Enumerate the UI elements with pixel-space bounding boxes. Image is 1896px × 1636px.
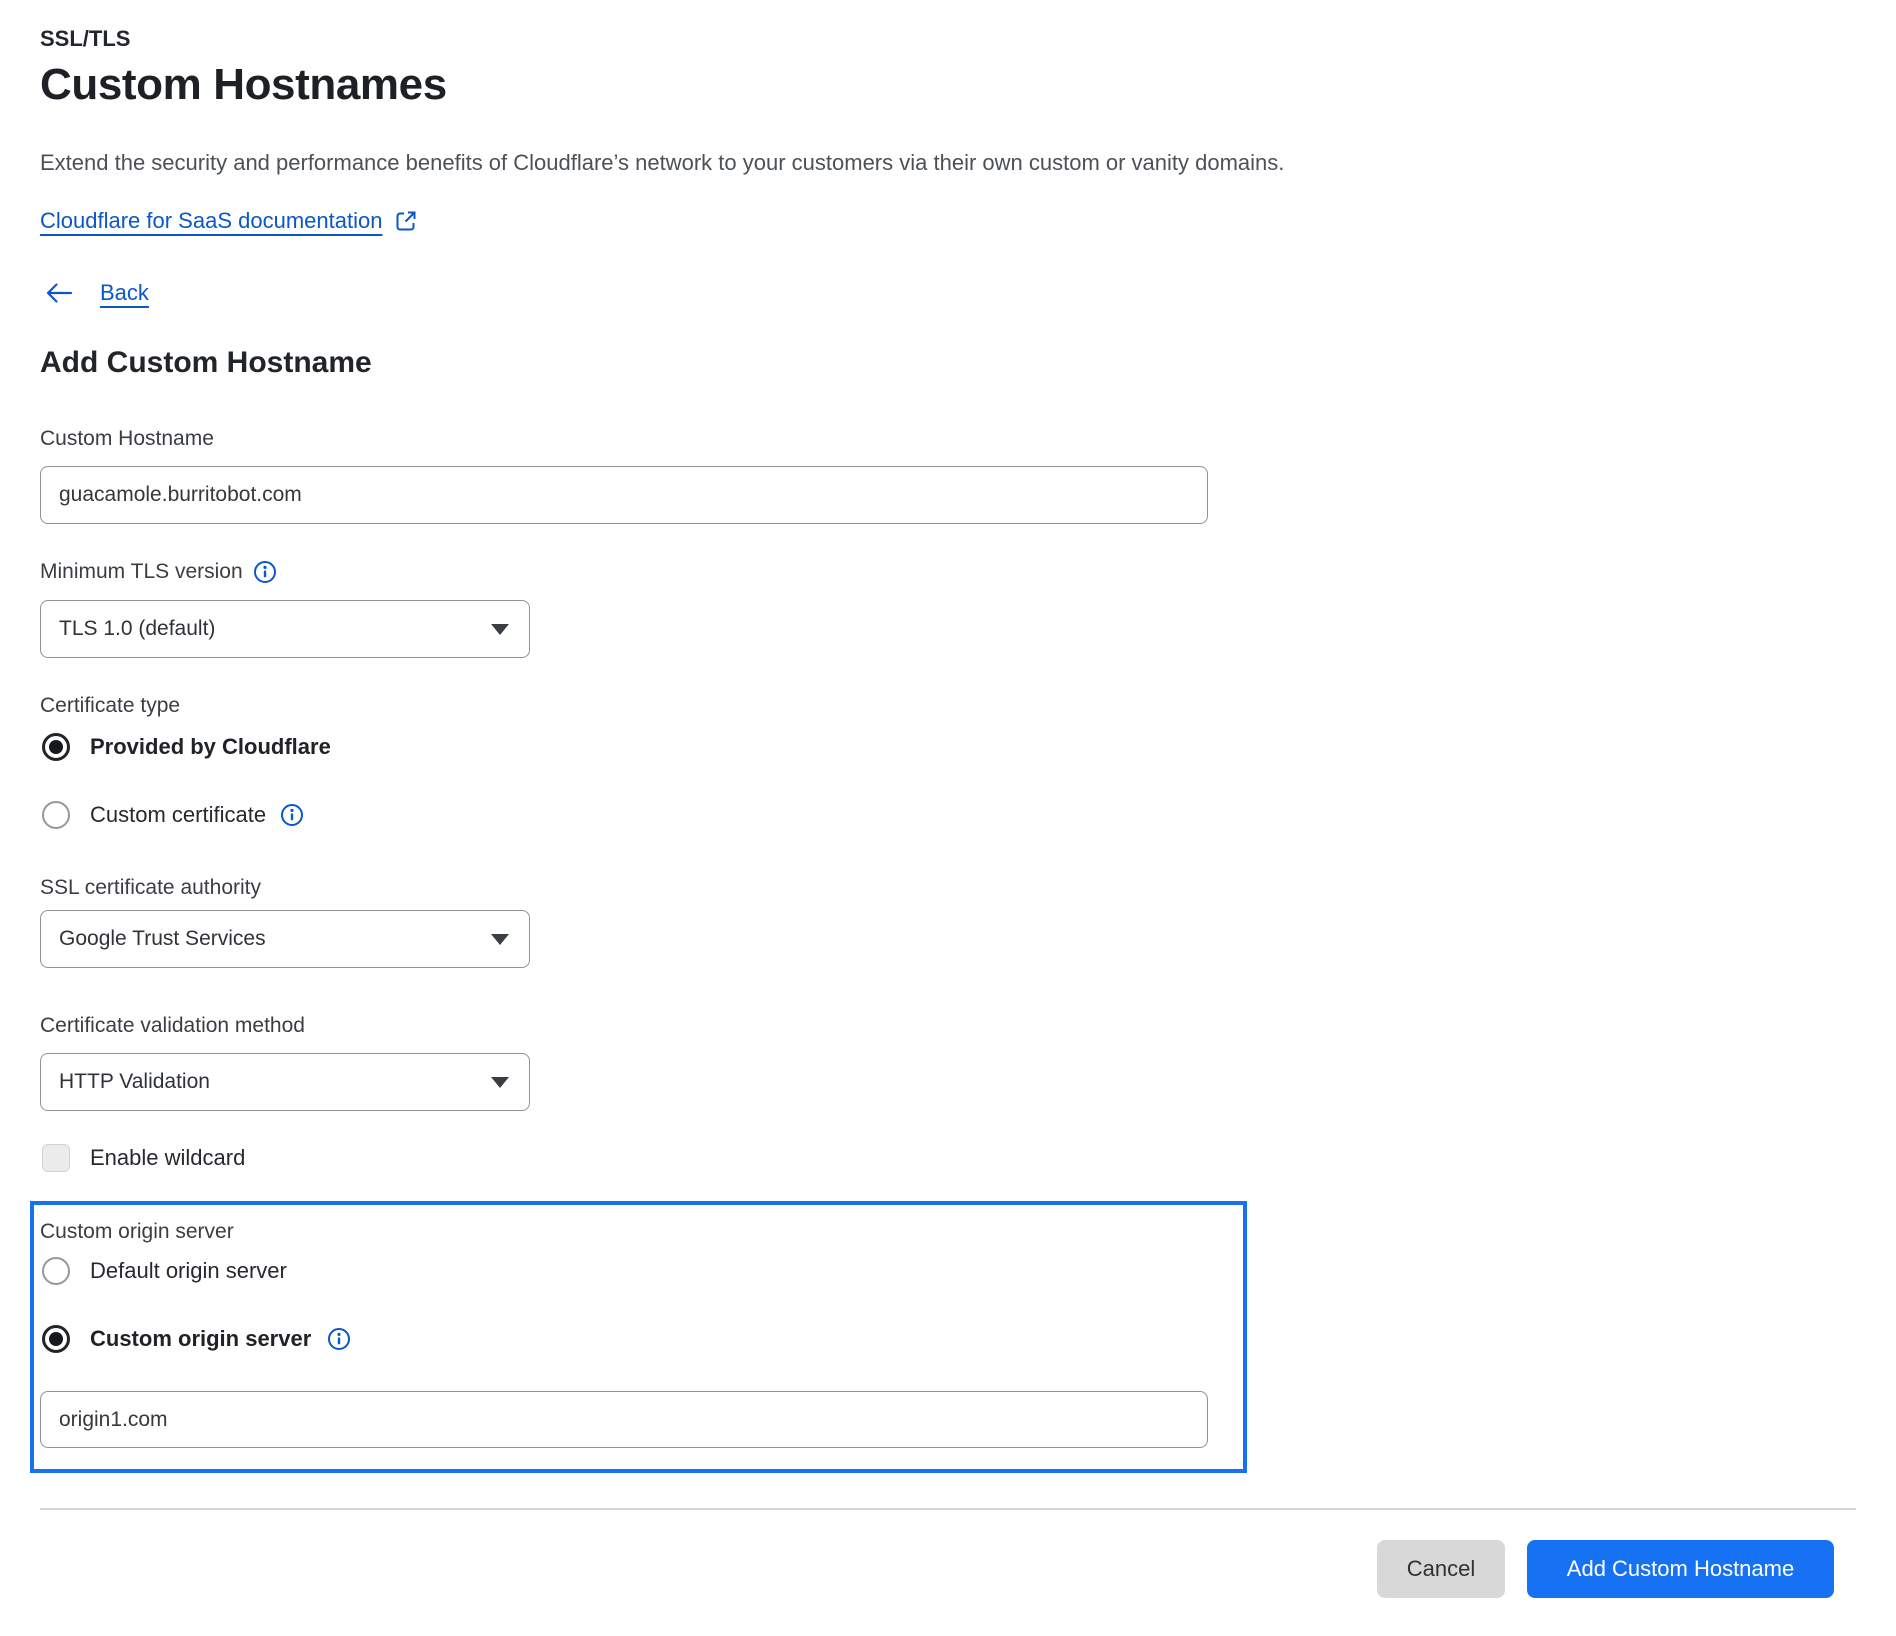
cancel-button[interactable]: Cancel (1377, 1540, 1505, 1598)
certificate-validation-method-selected-value: HTTP Validation (59, 1070, 210, 1094)
info-icon[interactable] (327, 1327, 351, 1351)
custom-origin-server-input[interactable] (40, 1391, 1208, 1448)
enable-wildcard-checkbox[interactable] (42, 1144, 70, 1172)
breadcrumb-section: SSL/TLS (40, 26, 130, 52)
custom-origin-server-highlight-box: Custom origin server Default origin serv… (30, 1201, 1247, 1473)
chevron-down-icon (491, 1077, 509, 1088)
minimum-tls-label-row: Minimum TLS version (40, 560, 277, 584)
radio-custom-certificate-label: Custom certificate (90, 802, 266, 828)
enable-wildcard-label: Enable wildcard (90, 1145, 245, 1171)
chevron-down-icon (491, 934, 509, 945)
back-link[interactable]: Back (100, 280, 149, 306)
radio-provided-by-cloudflare[interactable]: Provided by Cloudflare (42, 733, 331, 761)
radio-default-origin-server[interactable]: Default origin server (42, 1257, 287, 1285)
certificate-validation-method-label: Certificate validation method (40, 1014, 305, 1038)
custom-hostname-input[interactable] (40, 466, 1208, 524)
minimum-tls-select[interactable]: TLS 1.0 (default) (40, 600, 530, 658)
footer-divider (40, 1508, 1856, 1510)
radio-unselected-icon[interactable] (42, 1257, 70, 1285)
chevron-down-icon (491, 624, 509, 635)
custom-hostnames-page: SSL/TLS Custom Hostnames Extend the secu… (0, 0, 1896, 1636)
saas-documentation-link[interactable]: Cloudflare for SaaS documentation (40, 208, 418, 234)
radio-selected-icon[interactable] (42, 733, 70, 761)
page-description: Extend the security and performance bene… (40, 150, 1284, 176)
ssl-certificate-authority-selected-value: Google Trust Services (59, 927, 266, 951)
enable-wildcard-row[interactable]: Enable wildcard (42, 1144, 245, 1172)
custom-origin-server-label: Custom origin server (40, 1220, 234, 1244)
minimum-tls-label: Minimum TLS version (40, 560, 243, 584)
page-title: Custom Hostnames (40, 60, 447, 110)
radio-default-origin-server-label: Default origin server (90, 1258, 287, 1284)
radio-provided-by-cloudflare-label: Provided by Cloudflare (90, 734, 331, 760)
add-custom-hostname-button[interactable]: Add Custom Hostname (1527, 1540, 1834, 1598)
radio-unselected-icon[interactable] (42, 801, 70, 829)
radio-selected-icon[interactable] (42, 1325, 70, 1353)
radio-custom-origin-server-label: Custom origin server (90, 1326, 311, 1352)
certificate-type-label: Certificate type (40, 694, 180, 718)
custom-hostname-label: Custom Hostname (40, 427, 214, 451)
minimum-tls-selected-value: TLS 1.0 (default) (59, 617, 215, 641)
certificate-validation-method-select[interactable]: HTTP Validation (40, 1053, 530, 1111)
info-icon[interactable] (253, 560, 277, 584)
back-navigation[interactable]: Back (44, 280, 149, 306)
external-link-icon (394, 209, 418, 233)
info-icon[interactable] (280, 803, 304, 827)
saas-documentation-link-label: Cloudflare for SaaS documentation (40, 208, 382, 234)
radio-custom-certificate[interactable]: Custom certificate (42, 801, 304, 829)
arrow-left-icon[interactable] (44, 280, 74, 306)
ssl-certificate-authority-label: SSL certificate authority (40, 876, 261, 900)
ssl-certificate-authority-select[interactable]: Google Trust Services (40, 910, 530, 968)
form-heading: Add Custom Hostname (40, 346, 372, 380)
radio-custom-origin-server[interactable]: Custom origin server (42, 1325, 351, 1353)
